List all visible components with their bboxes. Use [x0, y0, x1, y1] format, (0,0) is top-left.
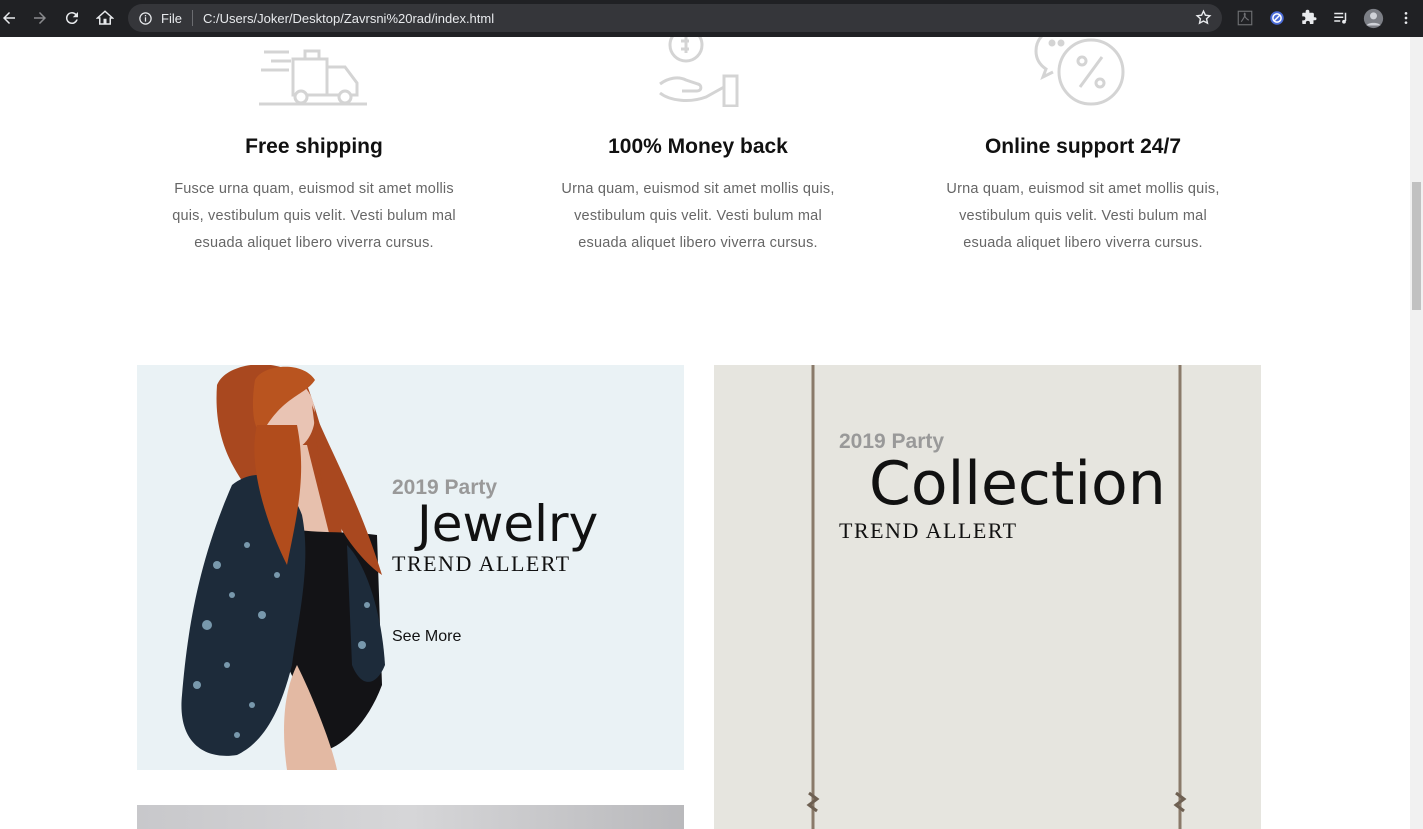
feature-title: 100% Money back	[608, 135, 788, 158]
feature-online-support: Online support 24/7 Urna quam, euismod s…	[923, 37, 1243, 257]
banner-headline: Collection	[869, 449, 1166, 519]
feature-text: Fusce urna quam, euismod sit amet mollis…	[172, 181, 456, 251]
home-icon	[96, 10, 114, 25]
feature-free-shipping: Free shipping Fusce urna quam, euismod s…	[154, 37, 474, 257]
feature-icon-slot	[538, 37, 858, 107]
arrow-left-icon	[3, 12, 15, 24]
feature-text: Urna quam, euismod sit amet mollis quis,…	[561, 181, 835, 251]
delivery-truck-icon	[259, 49, 367, 106]
banner-headline: Jewelry	[417, 495, 599, 553]
feature-icon-slot	[154, 37, 474, 107]
blocker-extension-icon[interactable]	[1266, 7, 1288, 29]
collection-banner[interactable]: 2019 Party Collection TREND ALLERT	[714, 365, 1261, 829]
feature-title: Free shipping	[245, 135, 383, 158]
feature-icon-slot	[923, 37, 1243, 107]
scrollbar-thumb[interactable]	[1412, 182, 1421, 310]
back-button[interactable]	[0, 3, 24, 33]
page-info-label[interactable]: File	[161, 11, 182, 26]
reload-icon	[65, 12, 78, 25]
address-bar[interactable]: File C:/Users/Joker/Desktop/Zavrsni%20ra…	[128, 4, 1222, 32]
omnibox-divider	[191, 10, 193, 26]
feature-title: Online support 24/7	[984, 135, 1182, 158]
feature-money-back: 100% Money back Urna quam, euismod sit a…	[538, 37, 858, 257]
rope-photo	[806, 365, 1187, 829]
discount-chat-icon	[1034, 37, 1125, 106]
bookmark-star-icon[interactable]	[1195, 9, 1212, 26]
reload-button[interactable]	[57, 3, 87, 33]
money-back-hand-icon	[659, 37, 739, 107]
jewelry-banner[interactable]: 2019 Party Jewelry TREND ALLERT See More	[137, 365, 684, 770]
forward-button[interactable]	[25, 3, 55, 33]
feature-text: Urna quam, euismod sit amet mollis quis,…	[946, 181, 1220, 251]
see-more-link[interactable]: See More	[392, 628, 461, 646]
reading-list-icon[interactable]	[1330, 7, 1352, 29]
url-text[interactable]: C:/Users/Joker/Desktop/Zavrsni%20rad/ind…	[203, 11, 494, 26]
home-button[interactable]	[90, 3, 120, 33]
menu-kebab-icon[interactable]	[1395, 7, 1417, 29]
pdf-extension-icon[interactable]	[1234, 7, 1256, 29]
extensions-puzzle-icon[interactable]	[1298, 7, 1320, 29]
arrow-right-icon	[34, 12, 46, 24]
page-scrollbar[interactable]	[1410, 37, 1423, 829]
next-banner[interactable]	[137, 805, 684, 829]
profile-avatar-icon[interactable]	[1362, 7, 1384, 29]
info-icon	[139, 11, 152, 25]
page-viewport: Free shipping Fusce urna quam, euismod s…	[0, 37, 1410, 829]
banner-trend: TREND ALLERT	[392, 551, 571, 576]
banner-trend: TREND ALLERT	[839, 518, 1018, 543]
browser-toolbar: File C:/Users/Joker/Desktop/Zavrsni%20ra…	[0, 0, 1423, 37]
